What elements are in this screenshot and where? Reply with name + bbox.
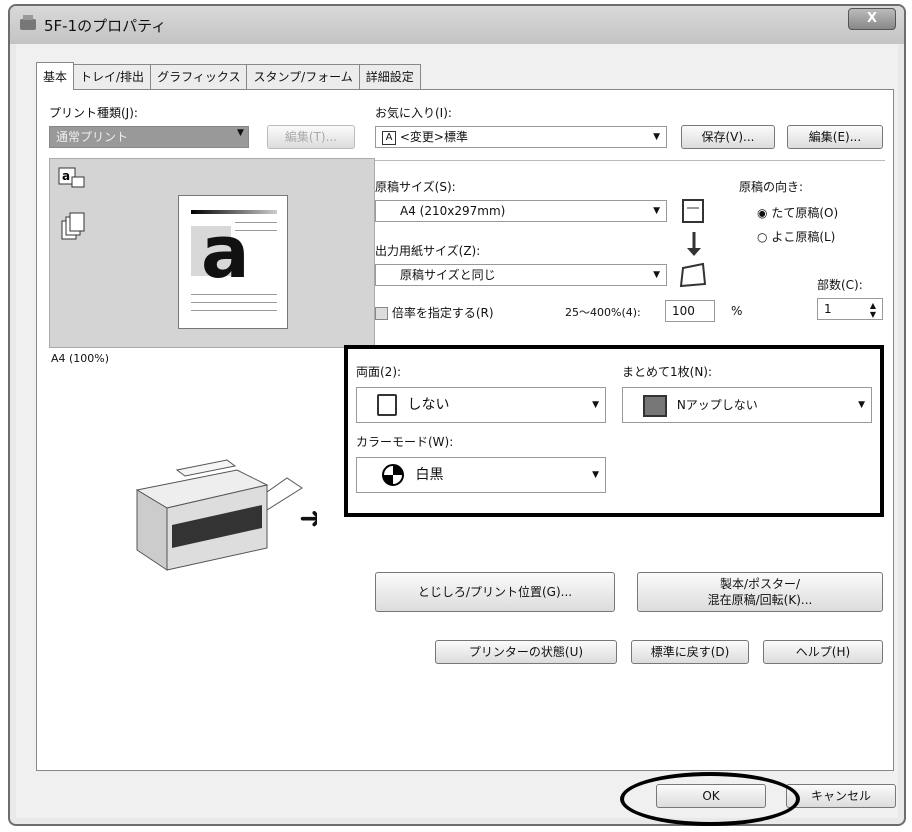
tab-graphics[interactable]: グラフィックス bbox=[150, 64, 248, 90]
black-white-icon bbox=[382, 464, 404, 486]
nup-label: まとめて1枚(N): bbox=[622, 365, 713, 379]
checkbox-icon bbox=[375, 307, 388, 320]
booklet-line-2: 混在原稿/回転(K)... bbox=[707, 593, 813, 607]
cancel-button[interactable]: キャンセル bbox=[786, 784, 896, 808]
output-size-value: 原稿サイズと同じ bbox=[400, 268, 496, 282]
print-type-value: 通常プリント bbox=[56, 130, 129, 144]
orientation-label: 原稿の向き: bbox=[739, 180, 804, 194]
color-mode-select[interactable]: 白黒 ▼ bbox=[356, 457, 606, 493]
close-button[interactable]: X bbox=[848, 8, 896, 30]
original-size-label: 原稿サイズ(S): bbox=[375, 180, 456, 194]
radio-selected-icon: ◉ bbox=[757, 206, 768, 220]
page-preview: a a bbox=[49, 158, 375, 348]
booklet-line-1: 製本/ポスター/ bbox=[719, 577, 801, 591]
paper-conversion-icon bbox=[679, 199, 707, 288]
favorites-value: <変更>標準 bbox=[399, 130, 468, 144]
favorites-save-button[interactable]: 保存(V)... bbox=[681, 125, 775, 149]
duplex-page-icon bbox=[377, 394, 397, 416]
tab-advanced[interactable]: 詳細設定 bbox=[358, 64, 421, 90]
portrait-radio-label: たて原稿(O) bbox=[771, 206, 839, 220]
favorites-label: お気に入り(I): bbox=[375, 106, 452, 120]
help-button[interactable]: ヘルプ(H) bbox=[763, 640, 883, 664]
color-mode-value: 白黒 bbox=[415, 467, 444, 483]
svg-text:a: a bbox=[62, 169, 70, 183]
duplex-value: しない bbox=[407, 397, 450, 413]
scale-input[interactable]: 100 bbox=[665, 300, 715, 322]
portrait-radio[interactable]: ◉ たて原稿(O) bbox=[757, 204, 838, 221]
booklet-poster-button[interactable]: 製本/ポスター/ 混在原稿/回転(K)... bbox=[637, 572, 883, 612]
copies-input[interactable]: 1 ▲ ▼ bbox=[817, 298, 883, 320]
highlight-frame: 両面(2): しない ▼ まとめて1枚(N): Nアップしない ▼ カラーモード… bbox=[344, 345, 884, 517]
printer-illustration: ➜ bbox=[135, 459, 317, 571]
svg-text:➜: ➜ bbox=[299, 501, 317, 536]
separator bbox=[375, 160, 885, 161]
scale-checkbox-label: 倍率を指定する(R) bbox=[391, 306, 494, 320]
output-size-chevron-down-icon: ▼ bbox=[653, 270, 660, 280]
print-type-edit-button[interactable]: 編集(T)... bbox=[267, 125, 355, 149]
scale-value: 100 bbox=[672, 304, 695, 318]
tab-strip: 基本 トレイ/排出 グラフィックス スタンプ/フォーム 詳細設定 bbox=[36, 62, 421, 90]
landscape-radio-label: よこ原稿(L) bbox=[771, 230, 836, 244]
original-size-value: A4 (210x297mm) bbox=[400, 204, 506, 218]
copies-value: 1 bbox=[824, 302, 832, 316]
duplex-select[interactable]: しない ▼ bbox=[356, 387, 606, 423]
preview-page: a bbox=[178, 195, 288, 329]
favorites-badge-icon: A bbox=[382, 130, 396, 145]
output-size-label: 出力用紙サイズ(Z): bbox=[375, 244, 481, 258]
print-type-label: プリント種類(J): bbox=[49, 106, 138, 120]
printer-status-button[interactable]: プリンターの状態(U) bbox=[435, 640, 617, 664]
color-mode-label: カラーモード(W): bbox=[356, 435, 454, 449]
ok-highlight-circle bbox=[620, 772, 800, 826]
title-bar: 5F-1のプロパティ X bbox=[10, 6, 904, 44]
scale-range-label: 25〜400%(4): bbox=[565, 306, 641, 319]
printer-icon bbox=[20, 15, 36, 30]
favorites-chevron-down-icon: ▼ bbox=[653, 132, 660, 142]
output-size-select[interactable]: 原稿サイズと同じ ▼ bbox=[375, 264, 667, 286]
scale-unit: % bbox=[731, 304, 743, 318]
duplex-label: 両面(2): bbox=[356, 365, 402, 379]
copies-spinner-icon[interactable]: ▲ ▼ bbox=[870, 301, 876, 319]
original-size-chevron-down-icon: ▼ bbox=[653, 206, 660, 216]
copies-label: 部数(C): bbox=[817, 278, 863, 292]
preview-caption: A4 (100%) bbox=[51, 352, 110, 365]
print-type-select[interactable]: 通常プリント bbox=[49, 126, 249, 148]
tab-basic[interactable]: 基本 bbox=[36, 62, 75, 90]
color-mode-chevron-down-icon: ▼ bbox=[592, 470, 599, 480]
tab-stamp-form[interactable]: スタンプ/フォーム bbox=[246, 64, 360, 90]
duplex-chevron-down-icon: ▼ bbox=[592, 400, 599, 410]
print-type-chevron-down-icon[interactable]: ▼ bbox=[237, 128, 244, 138]
nup-select[interactable]: Nアップしない ▼ bbox=[622, 387, 872, 423]
radio-unselected-icon: ○ bbox=[757, 230, 768, 244]
nup-chevron-down-icon: ▼ bbox=[858, 400, 865, 410]
window-title: 5F-1のプロパティ bbox=[44, 17, 167, 35]
scale-checkbox[interactable]: 倍率を指定する(R) bbox=[375, 304, 494, 321]
layout-icons: a bbox=[58, 167, 85, 240]
favorites-edit-button[interactable]: 編集(E)... bbox=[787, 125, 883, 149]
tab-tray-output[interactable]: トレイ/排出 bbox=[73, 64, 152, 90]
restore-defaults-button[interactable]: 標準に戻す(D) bbox=[631, 640, 749, 664]
landscape-radio[interactable]: ○ よこ原稿(L) bbox=[757, 228, 835, 245]
binding-position-button[interactable]: とじしろ/プリント位置(G)... bbox=[375, 572, 615, 612]
favorites-select[interactable]: A <変更>標準 ▼ bbox=[375, 126, 667, 148]
nup-layout-icon bbox=[643, 394, 667, 417]
original-size-select[interactable]: A4 (210x297mm) ▼ bbox=[375, 200, 667, 222]
nup-value: Nアップしない bbox=[676, 398, 758, 412]
preview-letter: a bbox=[201, 210, 250, 294]
